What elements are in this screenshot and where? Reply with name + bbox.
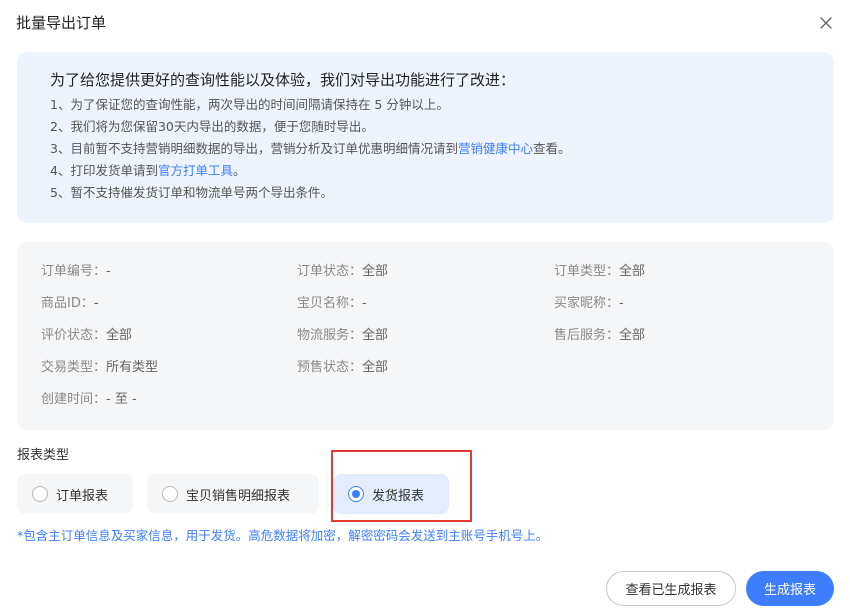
- report-type-label: 报表类型: [17, 448, 70, 463]
- close-button[interactable]: [816, 13, 836, 33]
- filter-label: 订单编号：: [41, 264, 107, 279]
- radio-order-report[interactable]: 订单报表: [17, 474, 133, 514]
- filter-logistics: 物流服务：全部: [297, 326, 388, 346]
- report-hint: *包含主订单信息及买家信息，用于发货。高危数据将加密，解密密码会发送到主账号手机…: [17, 528, 549, 543]
- filter-review-status: 评价状态：全部: [41, 326, 132, 346]
- dialog-title: 批量导出订单: [16, 14, 107, 32]
- filter-trade-type: 交易类型：所有类型: [41, 358, 158, 378]
- radio-item-sales-detail-report[interactable]: 宝贝销售明细报表: [147, 474, 319, 514]
- filter-product-name: 宝贝名称：-: [297, 294, 367, 314]
- filter-value: 全部: [362, 328, 389, 343]
- filter-value: -: [106, 264, 111, 279]
- filter-buyer-nick: 买家昵称：-: [554, 294, 624, 314]
- filter-value: -: [619, 296, 624, 311]
- notice-item: 1、为了保证您的查询性能，两次导出的时间间隔请保持在 5 分钟以上。: [50, 94, 571, 116]
- notice-item-text: 4、打印发货单请到: [50, 163, 158, 178]
- filter-label: 商品ID：: [41, 296, 94, 311]
- official-print-tool-link[interactable]: 官方打单工具: [158, 163, 233, 178]
- notice-item: 4、打印发货单请到官方打单工具。: [50, 160, 571, 182]
- notice-item-text: 查看。: [532, 141, 571, 156]
- notice-item-text: 3、目前暂不支持营销明细数据的导出，营销分析及订单优惠明细情况请到: [50, 141, 458, 156]
- notice-item: 3、目前暂不支持营销明细数据的导出，营销分析及订单优惠明细情况请到营销健康中心查…: [50, 138, 571, 160]
- filter-presale-status: 预售状态：全部: [297, 358, 388, 378]
- generate-report-button[interactable]: 生成报表: [746, 571, 834, 606]
- marketing-health-center-link[interactable]: 营销健康中心: [458, 141, 533, 156]
- filter-order-no: 订单编号：-: [41, 262, 111, 282]
- notice-item-text: 1、为了保证您的查询性能，两次导出的时间间隔请保持在 5 分钟以上。: [50, 97, 449, 112]
- notice-item: 2、我们将为您保留30天内导出的数据，便于您随时导出。: [50, 116, 571, 138]
- notice-item-text: 5、暂不支持催发货订单和物流单号两个导出条件。: [50, 185, 333, 200]
- filter-value: 全部: [619, 328, 646, 343]
- improvement-notice: 为了给您提供更好的查询性能以及体验，我们对导出功能进行了改进： 1、为了保证您的…: [17, 52, 834, 223]
- filter-label: 售后服务：: [554, 328, 620, 343]
- filter-label: 交易类型：: [41, 360, 107, 375]
- filter-value: 全部: [362, 360, 389, 375]
- filter-label: 物流服务：: [297, 328, 363, 343]
- filter-created-time: 创建时间：- 至 -: [41, 390, 137, 410]
- filter-label: 买家昵称：: [554, 296, 620, 311]
- notice-list: 1、为了保证您的查询性能，两次导出的时间间隔请保持在 5 分钟以上。 2、我们将…: [50, 94, 571, 204]
- filter-product-id: 商品ID：-: [41, 294, 99, 314]
- filter-order-status: 订单状态：全部: [297, 262, 388, 282]
- filter-value: -: [93, 296, 99, 311]
- filter-label: 订单状态：: [297, 264, 363, 279]
- radio-label: 宝贝销售明细报表: [186, 488, 291, 504]
- filter-summary: 订单编号：- 订单状态：全部 订单类型：全部 商品ID：- 宝贝名称：- 买家昵…: [17, 242, 834, 430]
- filter-order-type: 订单类型：全部: [554, 262, 645, 282]
- radio-label: 订单报表: [56, 488, 109, 504]
- filter-label: 宝贝名称：: [297, 296, 363, 311]
- notice-item-text: 。: [232, 163, 246, 178]
- filter-value: 全部: [362, 264, 389, 279]
- filter-label: 订单类型：: [554, 264, 620, 279]
- filter-value: 全部: [619, 264, 646, 279]
- close-icon: [820, 17, 832, 29]
- highlight-annotation-box: [331, 450, 472, 522]
- radio-circle-icon[interactable]: [32, 486, 48, 502]
- filter-value: -: [362, 296, 367, 311]
- filter-value: 所有类型: [106, 360, 159, 375]
- filter-label: 创建时间：: [41, 392, 107, 407]
- notice-item-text: 2、我们将为您保留30天内导出的数据，便于您随时导出。: [50, 119, 374, 134]
- filter-value: 全部: [106, 328, 133, 343]
- filter-value: - 至 -: [106, 392, 137, 407]
- radio-circle-icon[interactable]: [162, 486, 178, 502]
- view-generated-reports-button[interactable]: 查看已生成报表: [606, 571, 736, 606]
- notice-item: 5、暂不支持催发货订单和物流单号两个导出条件。: [50, 182, 571, 204]
- filter-after-sale: 售后服务：全部: [554, 326, 645, 346]
- filter-label: 评价状态：: [41, 328, 107, 343]
- filter-label: 预售状态：: [297, 360, 363, 375]
- notice-heading: 为了给您提供更好的查询性能以及体验，我们对导出功能进行了改进：: [50, 71, 516, 89]
